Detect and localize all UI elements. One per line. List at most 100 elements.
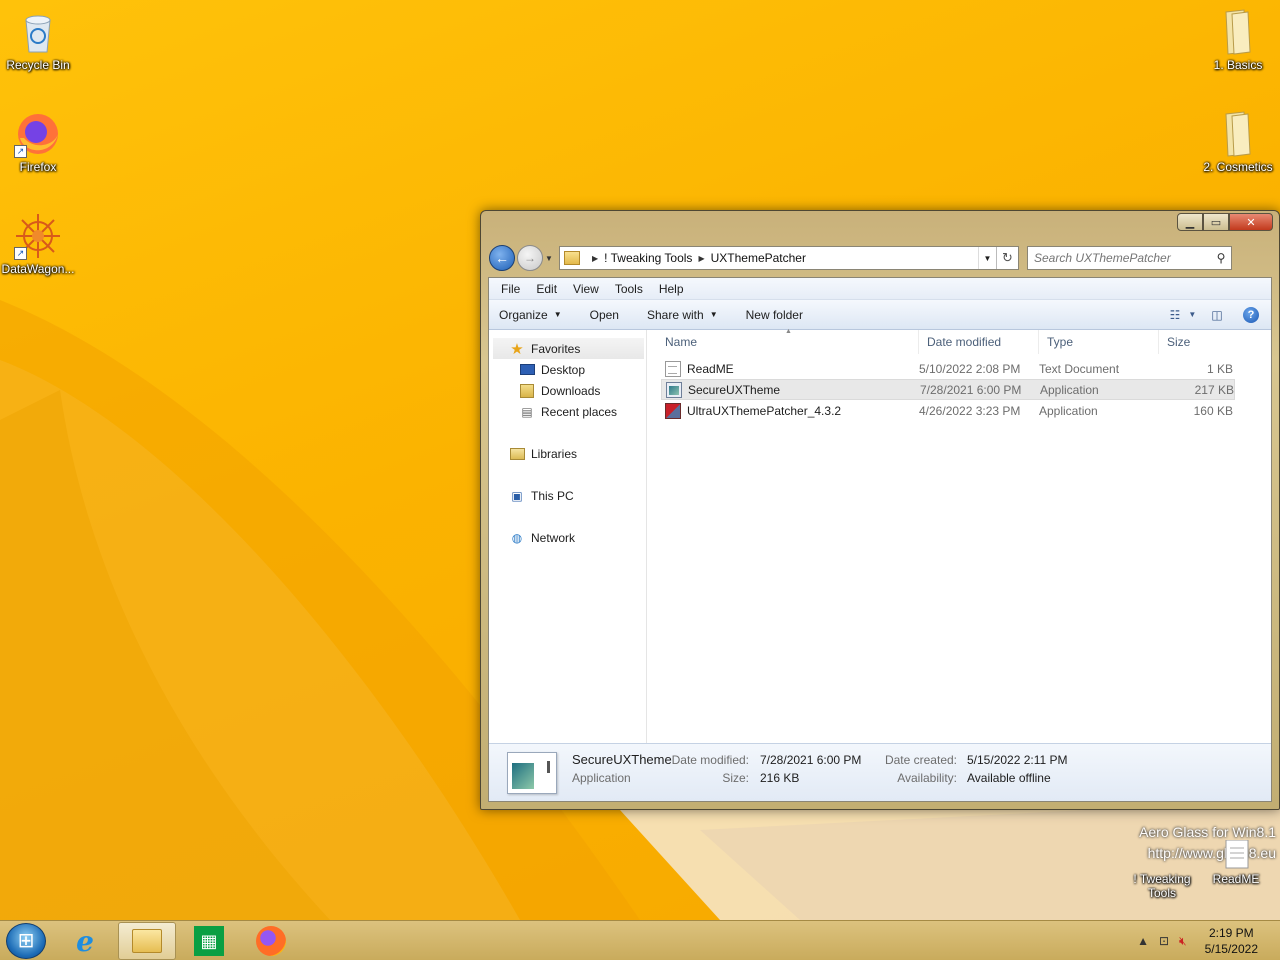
column-type[interactable]: Type [1039,330,1159,354]
help-button[interactable]: ? [1239,305,1263,325]
preview-pane-button[interactable]: ◫ [1205,305,1229,325]
menu-edit[interactable]: Edit [528,282,565,296]
nav-item-recent-places[interactable]: ▤ Recent places [489,401,646,422]
desktop-icon [519,362,535,378]
new-folder-button[interactable]: New folder [746,308,803,322]
close-button[interactable]: ✕ [1229,213,1273,231]
search-box[interactable]: ⚲ [1027,246,1232,270]
column-date-modified[interactable]: Date modified [919,330,1039,354]
network-tray-icon[interactable]: ⊡ [1159,934,1169,948]
back-arrow-icon: ← [495,250,509,266]
address-dropdown-icon[interactable]: ▼ [978,247,996,269]
sort-ascending-icon: ▲ [785,328,792,335]
taskbar-store[interactable]: ▦ [180,922,238,960]
file-row[interactable]: ReadME 5/10/2022 2:08 PM Text Document 1… [661,358,1235,379]
desktop-icon-basics-folder[interactable]: 1. Basics [1196,8,1280,72]
firefox-icon: ↗ [14,110,62,158]
menu-help[interactable]: Help [651,282,692,296]
explorer-window[interactable]: ▁ ▭ ✕ ← → ▼ ▶ ! Tweaking Tools ▶ UXTheme… [480,210,1280,810]
menu-view[interactable]: View [565,282,607,296]
taskbar: e ▦ ▲ ⊡ 🔇︎ 2:19 PM 5/15/2022 [0,920,1280,960]
address-bar[interactable]: ▶ ! Tweaking Tools ▶ UXThemePatcher ▼ ↻ [559,246,1019,270]
store-icon: ▦ [194,926,224,956]
folder-icon [1138,840,1186,870]
patcher-application-icon [665,402,681,419]
folder-icon [1214,110,1262,158]
column-size[interactable]: Size [1159,330,1234,354]
search-icon[interactable]: ⚲ [1211,251,1231,265]
address-controls: ▼ ↻ [978,247,1018,269]
clock[interactable]: 2:19 PM 5/15/2022 [1205,925,1258,957]
desktop-icon-tweaking-tools[interactable]: ! Tweaking Tools [1124,840,1200,900]
star-icon: ★ [510,340,524,358]
taskbar-internet-explorer[interactable]: e [56,922,114,960]
nav-item-downloads[interactable]: Downloads [489,380,646,401]
computer-icon: ▣ [511,488,523,503]
nav-favorites[interactable]: ★ Favorites [493,338,644,359]
menu-tools[interactable]: Tools [607,282,651,296]
details-size-label: Size: [722,771,749,785]
desktop-icon-datawagon[interactable]: ↗ DataWagon... [0,212,76,276]
desktop-icon-firefox[interactable]: ↗ Firefox [0,110,76,174]
internet-explorer-icon: e [76,924,94,958]
details-file-type: Application [572,771,631,785]
navigation-bar: ← → ▼ ▶ ! Tweaking Tools ▶ UXThemePatche… [489,245,1271,271]
file-row[interactable]: UltraUXThemePatcher_4.3.2 4/26/2022 3:23… [661,400,1235,421]
recent-locations-dropdown[interactable]: ▼ [543,254,555,263]
share-with-button[interactable]: Share with ▼ [647,308,718,322]
nav-libraries[interactable]: Libraries [489,443,646,464]
details-availability-label: Availability: [897,771,957,785]
start-button[interactable] [6,923,46,959]
breadcrumb-separator-icon[interactable]: ▶ [698,254,704,263]
desktop-icon-recycle-bin[interactable]: Recycle Bin [0,8,76,72]
file-name-cell: SecureUXTheme [662,381,920,398]
refresh-button[interactable]: ↻ [996,247,1018,269]
nav-network[interactable]: ◍ Network [489,527,646,548]
nav-favorites-label: Favorites [531,341,581,356]
content-panes: ★ Favorites Desktop Downloads ▤ Recent p… [489,328,1271,743]
breadcrumb-uxthemepatcher[interactable]: UXThemePatcher [711,251,806,265]
desktop-icon-cosmetics-folder[interactable]: 2. Cosmetics [1196,110,1280,174]
maximize-button[interactable]: ▭ [1203,213,1229,231]
file-type: Text Document [1039,361,1120,376]
maximize-icon: ▭ [1210,216,1222,229]
nav-item-desktop[interactable]: Desktop [489,359,646,380]
taskbar-file-explorer[interactable] [118,922,176,960]
taskbar-firefox[interactable] [242,922,300,960]
window-titlebar[interactable]: ▁ ▭ ✕ [481,211,1279,245]
back-button[interactable]: ← [489,245,515,271]
file-list: ▲ Name Date modified Type Size ReadME 5/… [647,328,1271,743]
system-tray: ▲ ⊡ 🔇︎ 2:19 PM 5/15/2022 [1137,921,1280,960]
desktop-icon-label: DataWagon... [1,262,75,276]
file-thumbnail-icon [507,752,557,794]
window-client-area: File Edit View Tools Help Organize ▼ Open… [488,277,1272,802]
minimize-button[interactable]: ▁ [1177,213,1203,231]
desktop-icon-readme[interactable]: ReadME [1198,839,1274,886]
breadcrumb-tweaking-tools[interactable]: ! Tweaking Tools [604,251,692,265]
application-icon [666,381,682,398]
nav-this-pc-label: This PC [531,488,574,503]
forward-button[interactable]: → [517,245,543,271]
change-view-button[interactable]: ☷ ▼ [1170,305,1197,325]
desktop-icon-label: Firefox [19,160,57,174]
details-date-modified: 7/28/2021 6:00 PM [760,753,862,767]
column-name[interactable]: Name [647,330,919,354]
firefox-icon [256,926,286,956]
recycle-bin-icon [14,8,62,56]
forward-arrow-icon: → [524,251,536,265]
volume-muted-icon[interactable]: 🔇︎ [1179,934,1187,949]
file-row-selected[interactable]: SecureUXTheme 7/28/2021 6:00 PM Applicat… [661,379,1235,400]
file-name: ReadME [687,361,734,376]
open-label: Open [589,307,619,322]
breadcrumb-separator-icon[interactable]: ▶ [592,254,598,263]
organize-button[interactable]: Organize ▼ [499,308,562,322]
network-icon: ◍ [511,530,523,545]
file-rows: ReadME 5/10/2022 2:08 PM Text Document 1… [647,358,1271,421]
menu-file[interactable]: File [493,282,528,296]
shortcut-arrow-icon: ↗ [14,247,27,260]
search-input[interactable] [1034,251,1204,265]
close-icon: ✕ [1246,216,1256,229]
show-hidden-icons-button[interactable]: ▲ [1137,934,1149,948]
open-button[interactable]: Open [590,308,619,322]
nav-this-pc[interactable]: ▣ This PC [489,485,646,506]
